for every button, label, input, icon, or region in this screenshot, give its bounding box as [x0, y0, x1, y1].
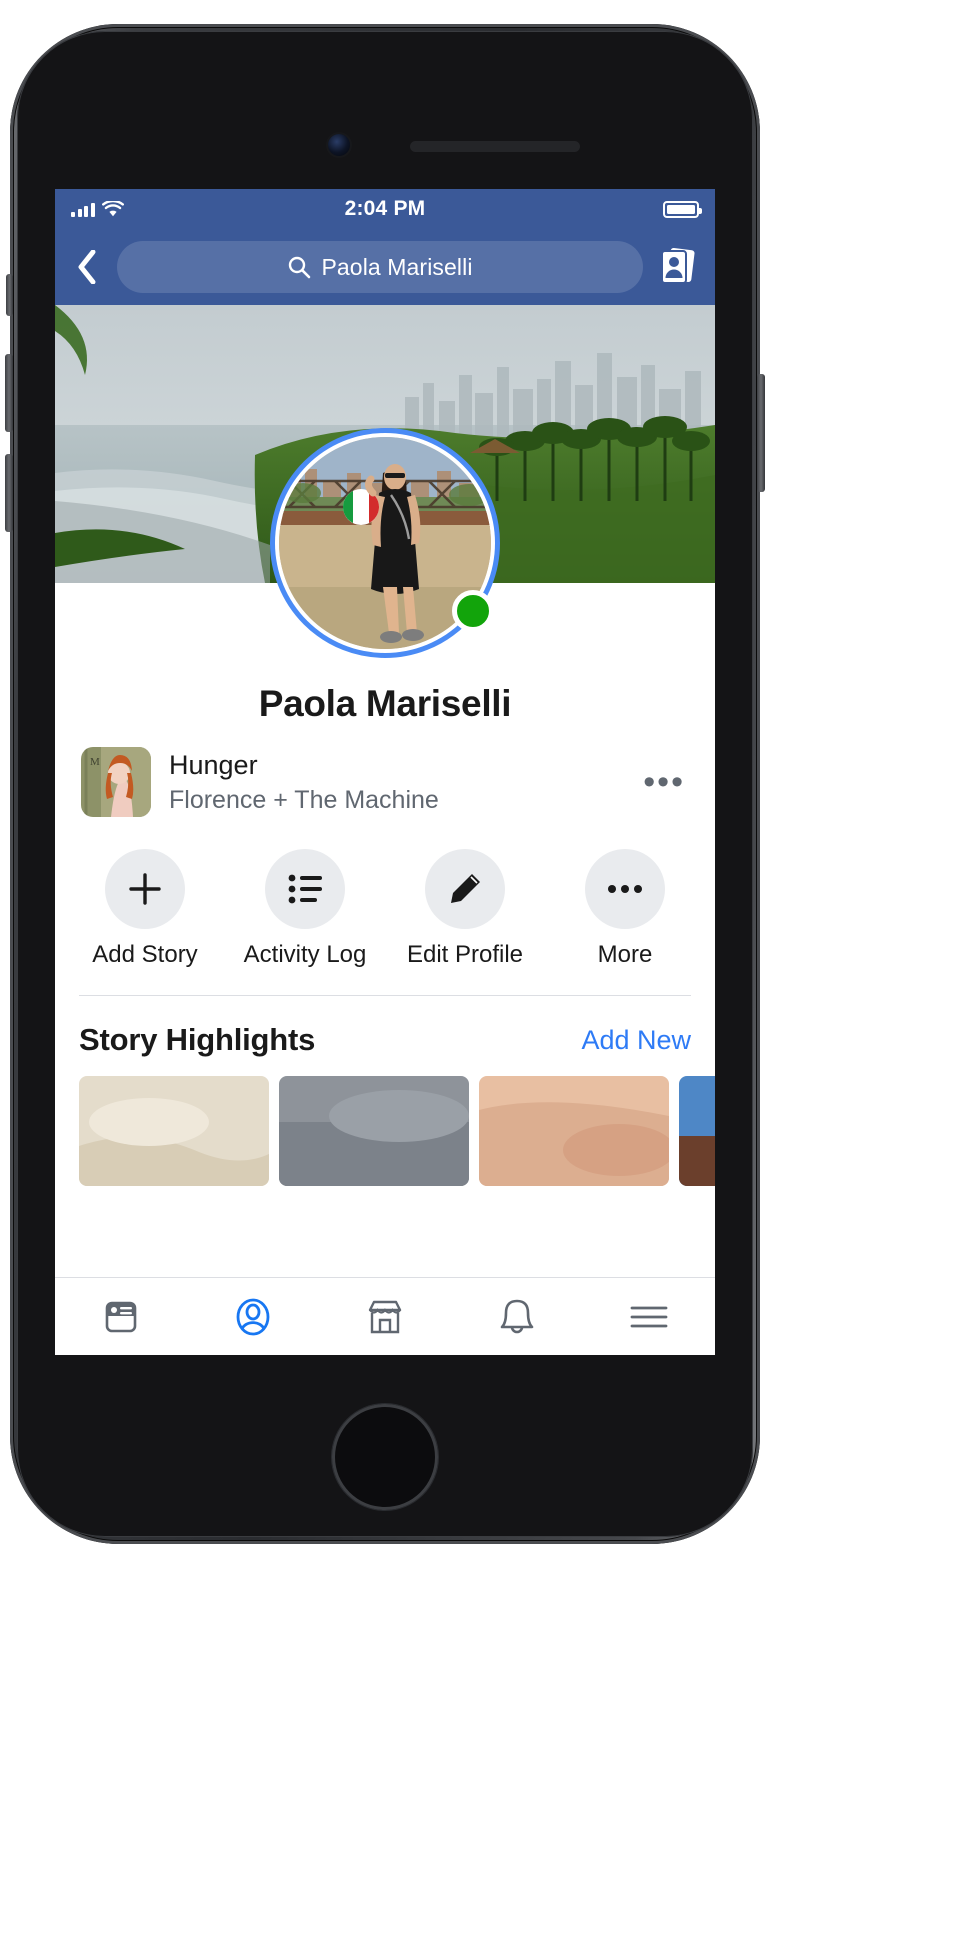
pencil-icon — [425, 849, 505, 929]
highlight-card[interactable] — [79, 1076, 269, 1186]
more-button[interactable]: More — [545, 849, 705, 969]
search-icon — [287, 255, 311, 279]
music-card[interactable]: M Hunger Florence + The Machine ••• — [55, 725, 715, 821]
add-story-label: Add Story — [92, 941, 198, 968]
back-chevron-icon[interactable] — [69, 243, 105, 291]
tab-menu[interactable] — [583, 1278, 715, 1355]
add-new-highlight-link[interactable]: Add New — [581, 1025, 691, 1056]
activity-log-label: Activity Log — [243, 941, 367, 968]
tab-marketplace[interactable] — [319, 1278, 451, 1355]
status-bar-time: 2:04 PM — [344, 197, 426, 220]
silent-switch[interactable] — [6, 274, 13, 316]
avatar[interactable] — [270, 428, 500, 658]
profile-actions: Add Story Activity Log Edit Profile More — [55, 821, 715, 985]
story-highlights-strip[interactable] — [55, 1076, 715, 1186]
search-query-text: Paola Mariselli — [321, 253, 473, 280]
highlight-card[interactable] — [279, 1076, 469, 1186]
tab-news-feed[interactable] — [55, 1278, 187, 1355]
phone-screen: 2:04 PM Paola Mariselli Paola Mariselli … — [55, 189, 715, 1355]
navigation-bar: Paola Mariselli — [55, 229, 715, 305]
search-input[interactable]: Paola Mariselli — [117, 241, 643, 293]
friend-requests-icon[interactable] — [655, 243, 701, 291]
profile-section: Paola Mariselli M Hunger Florence + The … — [55, 428, 715, 1186]
tab-profile[interactable] — [187, 1278, 319, 1355]
plus-icon — [105, 849, 185, 929]
status-bar-right — [663, 200, 702, 218]
volume-down-button[interactable] — [5, 454, 13, 532]
activity-log-button[interactable]: Activity Log — [225, 849, 385, 969]
edit-profile-label: Edit Profile — [406, 941, 524, 968]
volume-up-button[interactable] — [5, 354, 13, 432]
status-bar: 2:04 PM — [55, 189, 715, 229]
music-more-button[interactable]: ••• — [637, 765, 691, 799]
bottom-tab-bar — [55, 1277, 715, 1355]
music-text: Hunger Florence + The Machine — [169, 749, 619, 814]
highlight-card[interactable] — [679, 1076, 715, 1186]
song-title: Hunger — [169, 750, 258, 781]
online-status-badge — [452, 590, 494, 632]
phone-frame: 2:04 PM Paola Mariselli Paola Mariselli … — [5, 24, 765, 1544]
ellipsis-icon — [585, 849, 665, 929]
story-highlights-header: Story Highlights Add New — [55, 996, 715, 1076]
song-artist: Florence + The Machine — [169, 785, 439, 814]
home-button[interactable] — [332, 1404, 438, 1510]
edit-profile-button[interactable]: Edit Profile — [385, 849, 545, 969]
album-artwork: M — [81, 747, 151, 817]
tab-notifications[interactable] — [451, 1278, 583, 1355]
story-highlights-title: Story Highlights — [79, 1022, 316, 1057]
list-icon — [265, 849, 345, 929]
highlight-card[interactable] — [479, 1076, 669, 1186]
earpiece-speaker — [410, 141, 580, 152]
svg-text:M: M — [90, 756, 100, 768]
front-camera-icon — [328, 134, 350, 156]
screenshot-stage: 2:04 PM Paola Mariselli Paola Mariselli … — [0, 0, 960, 1957]
power-button[interactable] — [757, 374, 765, 492]
battery-full-icon — [663, 200, 702, 218]
more-label: More — [597, 941, 653, 968]
add-story-button[interactable]: Add Story — [65, 849, 225, 969]
